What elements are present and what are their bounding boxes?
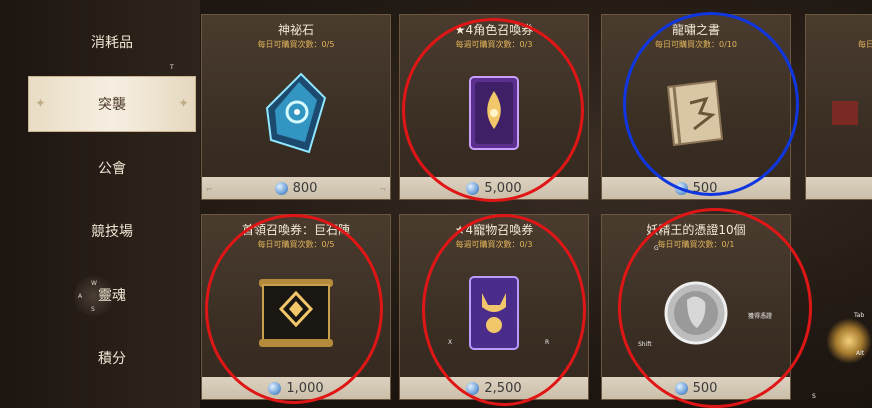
sidebar-item-raid[interactable]: ✦ 突襲 ✦ — [28, 76, 196, 132]
purchase-limit: 每日 — [858, 40, 872, 49]
card-title: ★4寵物召喚券 — [454, 223, 534, 237]
corner-ornament-icon: ⌐ — [206, 185, 213, 194]
card-title: 妖精王的憑證10個 — [646, 223, 746, 237]
key-hint-t: T — [170, 64, 174, 71]
book-icon — [806, 55, 872, 171]
card-title: 神祕石 — [277, 23, 314, 37]
hero-summon-ticket-icon — [400, 55, 588, 171]
shop-card-partial[interactable]: 每日 — [805, 14, 872, 200]
sidebar-item-guild[interactable]: 公會 — [28, 140, 196, 196]
currency-gem-icon — [274, 181, 288, 195]
card-title: 首領召喚券：巨石陣 — [241, 223, 350, 237]
shop-card-dragon-scroll[interactable]: 龍嘯之書 每日可購買次數：0/10 500 — [601, 14, 791, 200]
purchase-limit: 每日可購買次數：0/5 — [257, 40, 335, 49]
price-bar: 1,000 — [202, 377, 390, 399]
currency-gem-icon — [268, 381, 282, 395]
key-hint-shift: Shift — [638, 341, 652, 348]
key-hint-s: S — [812, 393, 816, 400]
price-bar: 2,500 — [400, 377, 588, 399]
key-hint-r: R — [545, 339, 550, 346]
shop-card-pet-summon-ticket[interactable]: ★4寵物召喚券 每週可購買次數：0/3 2,500 X R — [399, 214, 589, 400]
purchase-limit: 每日可購買次數：0/1 — [657, 240, 735, 249]
key-hint-g: G — [654, 245, 659, 252]
card-title: 龍嘯之書 — [671, 23, 720, 37]
currency-gem-icon — [674, 181, 688, 195]
key-hint-x: X — [448, 339, 453, 346]
pet-summon-ticket-icon — [400, 255, 588, 371]
price-value: 1,000 — [286, 380, 324, 396]
price-bar: 500 — [602, 177, 790, 199]
dragon-scroll-icon — [602, 55, 790, 171]
currency-gem-icon — [466, 181, 480, 195]
currency-gem-icon — [674, 381, 688, 395]
purchase-limit: 每日可購買次數：0/10 — [655, 40, 737, 49]
skill-button[interactable] — [826, 318, 872, 364]
mystic-stone-icon — [202, 55, 390, 171]
obtain-label: 獲得憑證 — [748, 313, 773, 320]
sidebar-item-arena[interactable]: 競技場 — [28, 203, 196, 259]
sparkle-icon: ✦ — [35, 96, 46, 112]
corner-ornament-icon: ¬ — [379, 185, 386, 194]
sidebar-item-soul[interactable]: 靈魂 — [28, 267, 196, 323]
purchase-limit: 每週可購買次數：0/3 — [455, 40, 533, 49]
shop-card-fairy-king-token[interactable]: 妖精王的憑證10個 每日可購買次數：0/1 500 Shift 獲得憑證 G — [601, 214, 791, 400]
price-bar: 800 — [202, 177, 390, 199]
category-sidebar: 消耗品 T ✦ 突襲 ✦ 公會 競技場 W A S 靈魂 積分 — [0, 0, 200, 408]
key-hint-tab: Tab — [854, 312, 865, 319]
shop-card-boss-summon[interactable]: 首領召喚券：巨石陣 每日可購買次數：0/5 1,000 — [201, 214, 391, 400]
price-bar — [806, 177, 872, 199]
price-value: 800 — [292, 180, 318, 196]
price-bar: 500 — [602, 377, 790, 399]
card-title: ★4角色召喚券 — [454, 23, 534, 37]
price-value: 2,500 — [484, 380, 522, 396]
shop-card-mystic-stone[interactable]: 神祕石 每日可購買次數：0/5 800 ⌐ ¬ — [201, 14, 391, 200]
price-bar: 5,000 — [400, 177, 588, 199]
boss-summon-scroll-icon — [202, 255, 390, 371]
key-hint-alt: Alt — [856, 350, 865, 357]
price-value: 500 — [692, 380, 718, 396]
purchase-limit: 每週可購買次數：0/3 — [455, 240, 533, 249]
currency-gem-icon — [466, 381, 480, 395]
price-value: 500 — [692, 180, 718, 196]
shop-card-hero-summon-ticket[interactable]: ★4角色召喚券 每週可購買次數：0/3 5,000 — [399, 14, 589, 200]
sidebar-item-consumables[interactable]: 消耗品 — [28, 14, 196, 70]
sparkle-icon: ✦ — [178, 96, 189, 112]
purchase-limit: 每日可購買次數：0/5 — [257, 240, 335, 249]
sidebar-item-points[interactable]: 積分 — [28, 330, 196, 386]
price-value: 5,000 — [484, 180, 522, 196]
